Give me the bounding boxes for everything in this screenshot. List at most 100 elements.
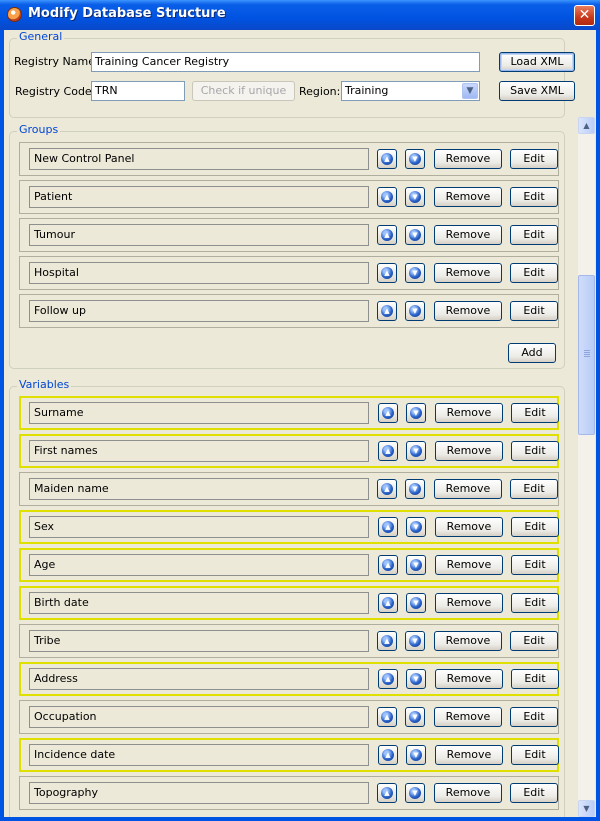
- variable-row: First names ▲ ▼ Remove Edit: [19, 434, 559, 468]
- move-up-icon: ▲: [381, 787, 393, 799]
- move-down-button[interactable]: ▼: [405, 479, 425, 499]
- remove-button[interactable]: Remove: [435, 403, 503, 423]
- scroll-up-icon[interactable]: ▲: [578, 117, 595, 134]
- save-xml-button[interactable]: Save XML: [499, 81, 575, 101]
- add-group-button[interactable]: Add: [508, 343, 556, 363]
- move-up-button[interactable]: ▲: [378, 517, 398, 537]
- remove-button[interactable]: Remove: [434, 263, 502, 283]
- move-up-button[interactable]: ▲: [377, 707, 397, 727]
- row-name-field: Follow up: [29, 300, 369, 322]
- edit-button[interactable]: Edit: [510, 149, 558, 169]
- edit-button[interactable]: Edit: [510, 187, 558, 207]
- load-xml-button[interactable]: Load XML: [499, 52, 575, 72]
- move-down-button[interactable]: ▼: [405, 631, 425, 651]
- move-down-button[interactable]: ▼: [405, 783, 425, 803]
- move-down-button[interactable]: ▼: [406, 745, 426, 765]
- move-down-icon: ▼: [410, 407, 422, 419]
- move-down-button[interactable]: ▼: [405, 263, 425, 283]
- edit-button[interactable]: Edit: [511, 745, 559, 765]
- remove-button[interactable]: Remove: [435, 669, 503, 689]
- move-up-button[interactable]: ▲: [377, 263, 397, 283]
- move-up-button[interactable]: ▲: [377, 301, 397, 321]
- move-down-button[interactable]: ▼: [406, 517, 426, 537]
- remove-button[interactable]: Remove: [435, 555, 503, 575]
- move-up-button[interactable]: ▲: [378, 669, 398, 689]
- remove-button[interactable]: Remove: [434, 631, 502, 651]
- edit-button[interactable]: Edit: [511, 517, 559, 537]
- move-down-button[interactable]: ▼: [405, 707, 425, 727]
- row-name-field: Incidence date: [29, 744, 369, 766]
- remove-button[interactable]: Remove: [435, 517, 503, 537]
- close-button[interactable]: ✕: [574, 5, 595, 26]
- move-down-button[interactable]: ▼: [405, 187, 425, 207]
- move-up-icon: ▲: [381, 191, 393, 203]
- edit-button[interactable]: Edit: [510, 263, 558, 283]
- check-unique-button[interactable]: Check if unique: [192, 81, 295, 101]
- move-up-button[interactable]: ▲: [377, 631, 397, 651]
- move-down-button[interactable]: ▼: [405, 225, 425, 245]
- remove-button[interactable]: Remove: [434, 783, 502, 803]
- move-up-button[interactable]: ▲: [377, 783, 397, 803]
- remove-button[interactable]: Remove: [434, 187, 502, 207]
- edit-button[interactable]: Edit: [511, 403, 559, 423]
- remove-button[interactable]: Remove: [434, 479, 502, 499]
- move-up-icon: ▲: [381, 153, 393, 165]
- remove-button[interactable]: Remove: [435, 593, 503, 613]
- edit-button[interactable]: Edit: [510, 631, 558, 651]
- row-name-field: First names: [29, 440, 369, 462]
- title-bar[interactable]: Modify Database Structure ✕: [0, 0, 600, 30]
- move-down-button[interactable]: ▼: [406, 403, 426, 423]
- registry-name-input[interactable]: Training Cancer Registry: [91, 52, 480, 72]
- move-down-button[interactable]: ▼: [405, 301, 425, 321]
- move-up-button[interactable]: ▲: [378, 593, 398, 613]
- registry-code-input[interactable]: TRN: [91, 81, 185, 101]
- remove-button[interactable]: Remove: [434, 225, 502, 245]
- edit-button[interactable]: Edit: [511, 669, 559, 689]
- move-down-button[interactable]: ▼: [406, 593, 426, 613]
- variable-row: Maiden name ▲ ▼ Remove Edit: [19, 472, 559, 506]
- edit-button[interactable]: Edit: [510, 301, 558, 321]
- app-icon: [7, 7, 22, 22]
- move-up-button[interactable]: ▲: [377, 187, 397, 207]
- remove-button[interactable]: Remove: [434, 149, 502, 169]
- move-up-button[interactable]: ▲: [378, 441, 398, 461]
- edit-button[interactable]: Edit: [510, 783, 558, 803]
- scroll-down-icon[interactable]: ▼: [578, 800, 595, 817]
- edit-button[interactable]: Edit: [510, 225, 558, 245]
- remove-button[interactable]: Remove: [435, 441, 503, 461]
- move-up-button[interactable]: ▲: [378, 403, 398, 423]
- group-row: Tumour ▲ ▼ Remove Edit: [19, 218, 559, 252]
- edit-button[interactable]: Edit: [510, 479, 558, 499]
- scrollbar-thumb[interactable]: [578, 275, 595, 435]
- groups-panel: Groups New Control Panel ▲ ▼ Remove Edit Pati…: [9, 123, 565, 369]
- row-name-field: New Control Panel: [29, 148, 369, 170]
- variable-row: Age ▲ ▼ Remove Edit: [19, 548, 559, 582]
- general-panel: General: [9, 30, 565, 118]
- region-select[interactable]: Training ▼: [341, 81, 480, 101]
- remove-button[interactable]: Remove: [434, 301, 502, 321]
- move-down-button[interactable]: ▼: [406, 555, 426, 575]
- remove-button[interactable]: Remove: [434, 707, 502, 727]
- move-up-button[interactable]: ▲: [377, 225, 397, 245]
- row-name-field: Age: [29, 554, 369, 576]
- remove-button[interactable]: Remove: [435, 745, 503, 765]
- variables-panel: Variables Surname ▲ ▼ Remove Edit First names…: [9, 378, 565, 817]
- move-down-icon: ▼: [410, 521, 422, 533]
- move-up-button[interactable]: ▲: [377, 479, 397, 499]
- row-name-field: Birth date: [29, 592, 369, 614]
- edit-button[interactable]: Edit: [511, 555, 559, 575]
- edit-button[interactable]: Edit: [511, 593, 559, 613]
- move-down-button[interactable]: ▼: [406, 441, 426, 461]
- move-up-button[interactable]: ▲: [378, 555, 398, 575]
- vertical-scrollbar[interactable]: ▲ ▼: [578, 117, 595, 817]
- edit-button[interactable]: Edit: [511, 441, 559, 461]
- edit-button[interactable]: Edit: [510, 707, 558, 727]
- move-down-button[interactable]: ▼: [406, 669, 426, 689]
- group-row: Hospital ▲ ▼ Remove Edit: [19, 256, 559, 290]
- chevron-down-icon[interactable]: ▼: [462, 83, 478, 99]
- variable-row: Birth date ▲ ▼ Remove Edit: [19, 586, 559, 620]
- variables-legend: Variables: [17, 378, 72, 391]
- move-up-button[interactable]: ▲: [377, 149, 397, 169]
- move-up-button[interactable]: ▲: [378, 745, 398, 765]
- move-down-button[interactable]: ▼: [405, 149, 425, 169]
